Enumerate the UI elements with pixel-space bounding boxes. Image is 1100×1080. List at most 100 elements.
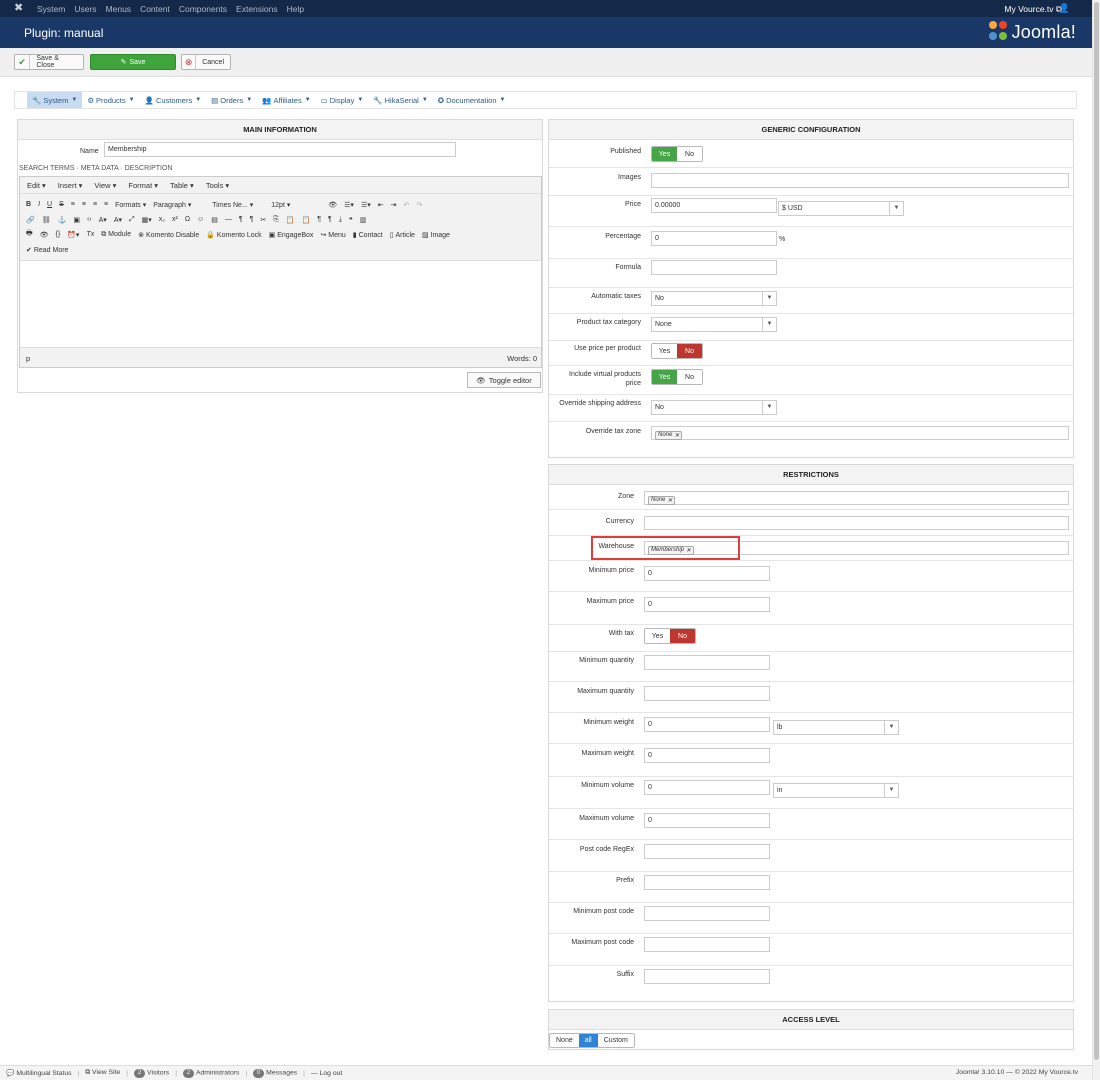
paste-text-icon[interactable]: 📋 <box>302 216 311 224</box>
save-button[interactable]: ✎ Save <box>90 54 176 70</box>
yes-option[interactable]: Yes <box>652 147 677 161</box>
cancel-button[interactable]: ⊗ Cancel <box>181 54 231 70</box>
insert-icon[interactable]: ⤓ <box>339 216 342 224</box>
access-custom-option[interactable]: Custom <box>597 1034 634 1047</box>
align-left-icon[interactable]: ≡ <box>71 201 75 208</box>
subscript-icon[interactable]: x₂ <box>159 216 165 223</box>
komento-lock-button[interactable]: 🔒 Komento Lock <box>206 231 261 239</box>
komento-disable-button[interactable]: ⊗ Komento Disable <box>138 231 199 239</box>
clear-format-icon[interactable]: Tx <box>86 231 94 238</box>
read-more-button[interactable]: ✔ Read More <box>26 246 68 254</box>
editor-menu-format[interactable]: Format ▾ <box>128 181 158 190</box>
yes-option[interactable]: Yes <box>652 370 677 384</box>
joomla-logo-icon[interactable]: ✖ <box>14 3 23 14</box>
font-size-dropdown[interactable]: 12pt ▾ <box>271 201 321 209</box>
rtl-icon[interactable]: ¶ <box>250 216 254 223</box>
user-icon[interactable]: 👤 <box>1059 3 1070 14</box>
prefix-input[interactable] <box>644 875 770 890</box>
engagebox-button[interactable]: ▣ EngageBox <box>269 231 314 239</box>
messages-status[interactable]: 0 Messages <box>253 1068 297 1078</box>
element-path[interactable]: p <box>26 354 30 363</box>
hr-icon[interactable]: — <box>225 216 232 223</box>
superscript-icon[interactable]: x² <box>172 216 178 223</box>
menu-help[interactable]: Help <box>287 4 304 14</box>
minimum-weight-input[interactable]: 0 <box>644 717 770 732</box>
datetime-icon[interactable]: ⏰▾ <box>67 231 79 239</box>
administrators-status[interactable]: 2 Administrators <box>182 1068 239 1078</box>
bold-icon[interactable]: B <box>26 201 31 208</box>
site-link[interactable]: My Vource.tv ⧉ <box>1004 4 1062 15</box>
article-button[interactable]: ▯ Article <box>390 231 415 239</box>
module-button[interactable]: ⧉ Module <box>101 231 131 239</box>
images-field[interactable] <box>651 173 1069 188</box>
table-icon[interactable]: ▦▾ <box>142 216 152 224</box>
visitors-status[interactable]: 2 Visitors <box>134 1068 169 1078</box>
bg-color-icon[interactable]: A▾ <box>114 216 122 224</box>
include-virtual-toggle[interactable]: Yes No <box>651 369 703 385</box>
volume-unit-select[interactable]: in ▼ <box>773 783 899 798</box>
fullscreen-icon[interactable]: ⤢ <box>129 216 135 224</box>
description-subtabs[interactable]: SEARCH TERMS · META DATA · DESCRIPTION <box>19 165 173 172</box>
formula-input[interactable] <box>651 260 777 275</box>
nav-documentation[interactable]: ✪ Documentation ▼ <box>433 92 511 108</box>
editor-menu-edit[interactable]: Edit ▾ <box>27 181 46 190</box>
blocks-icon[interactable]: ¶ <box>317 216 321 223</box>
code-icon[interactable]: ‹› <box>87 216 92 223</box>
align-center-icon[interactable]: ≡ <box>82 201 86 208</box>
percentage-input[interactable]: 0 <box>651 231 777 246</box>
currency-field[interactable] <box>644 516 1069 530</box>
toggle-editor-button[interactable]: 👁 Toggle editor <box>467 372 541 388</box>
remove-tag-icon[interactable]: ✕ <box>674 432 679 439</box>
editor-menu-insert[interactable]: Insert ▾ <box>58 181 83 190</box>
access-all-option[interactable]: all <box>578 1034 598 1047</box>
nav-customers[interactable]: 👤 Customers ▼ <box>140 92 207 108</box>
minimum-price-input[interactable]: 0 <box>644 566 770 581</box>
menu-menus[interactable]: Menus <box>106 4 132 14</box>
no-option[interactable]: No <box>677 370 702 384</box>
formats-dropdown[interactable]: Formats ▾ <box>115 201 146 209</box>
product-tax-category-select[interactable]: None ▼ <box>651 317 777 332</box>
no-option[interactable]: No <box>677 344 702 358</box>
zone-field[interactable]: None ✕ <box>644 491 1069 505</box>
page-scrollbar[interactable] <box>1092 0 1100 1080</box>
undo-icon[interactable]: ↶ <box>404 201 410 209</box>
suffix-input[interactable] <box>644 969 770 984</box>
anchor-icon[interactable]: ⚓ <box>58 216 67 224</box>
minimum-post-code-input[interactable] <box>644 906 770 921</box>
currency-select[interactable]: $ USD ▼ <box>778 201 904 216</box>
menu-components[interactable]: Components <box>179 4 227 14</box>
use-price-per-product-toggle[interactable]: Yes No <box>651 343 703 359</box>
price-input[interactable]: 0.00000 <box>651 198 777 213</box>
maximum-post-code-input[interactable] <box>644 937 770 952</box>
media-icon[interactable]: ▤ <box>211 216 218 224</box>
editor-menu-tools[interactable]: Tools ▾ <box>206 181 229 190</box>
menu-button[interactable]: ↪ Menu <box>320 231 345 239</box>
cut-icon[interactable]: ✂ <box>260 216 266 224</box>
minimum-quantity-input[interactable] <box>644 655 770 670</box>
multilingual-status[interactable]: 💬 Multilingual Status <box>6 1069 72 1077</box>
override-tax-zone-field[interactable]: None ✕ <box>651 426 1069 440</box>
post-code-regex-input[interactable] <box>644 844 770 859</box>
bullet-list-icon[interactable]: ☰▾ <box>344 201 354 209</box>
maximum-weight-input[interactable]: 0 <box>644 748 770 763</box>
editor-menu-view[interactable]: View ▾ <box>94 181 116 190</box>
ltr-icon[interactable]: ¶ <box>239 216 243 223</box>
paste-icon[interactable]: 📋 <box>286 216 295 224</box>
indent-icon[interactable]: ⇥ <box>391 201 397 209</box>
nav-system[interactable]: 🔧 System ▼ <box>27 92 83 108</box>
name-input[interactable]: Membership <box>104 142 456 157</box>
redo-icon[interactable]: ↷ <box>416 201 422 209</box>
nav-hikaserial[interactable]: 🔧 HikaSerial ▼ <box>368 92 432 108</box>
find-icon[interactable]: 👁 <box>328 201 337 209</box>
with-tax-toggle[interactable]: Yes No <box>644 628 696 644</box>
image-icon[interactable]: ▣ <box>73 216 80 224</box>
remove-tag-icon[interactable]: ✕ <box>667 497 672 504</box>
text-color-icon[interactable]: A▾ <box>99 216 107 224</box>
visualchars-icon[interactable]: ¶ <box>328 216 332 223</box>
minimum-volume-input[interactable]: 0 <box>644 780 770 795</box>
editor-menu-table[interactable]: Table ▾ <box>170 181 194 190</box>
menu-users[interactable]: Users <box>74 4 96 14</box>
menu-extensions[interactable]: Extensions <box>236 4 278 14</box>
nav-orders[interactable]: ▤ Orders ▼ <box>206 92 257 108</box>
image-button[interactable]: ▨ Image <box>422 231 450 239</box>
